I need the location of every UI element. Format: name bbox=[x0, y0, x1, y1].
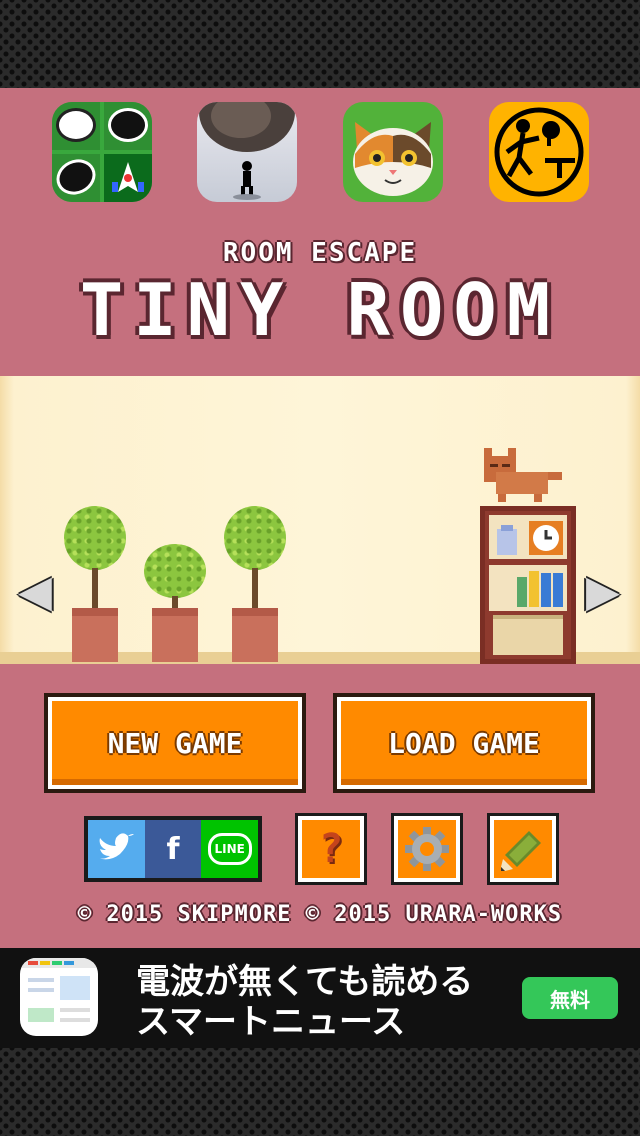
ad-free-button[interactable]: 無料 bbox=[522, 977, 618, 1019]
gear-icon bbox=[405, 827, 449, 871]
twitter-share-button[interactable] bbox=[88, 820, 145, 878]
storage-box[interactable] bbox=[493, 615, 563, 655]
spaceship-icon bbox=[112, 162, 144, 192]
game-subtitle: ROOM ESCAPE bbox=[222, 238, 418, 268]
twitter-bird-icon bbox=[98, 833, 135, 860]
promo-app-cat[interactable] bbox=[343, 102, 443, 202]
book-pencil-icon bbox=[501, 831, 541, 871]
notebook-button[interactable] bbox=[487, 813, 559, 885]
promo-app-table-tennis[interactable] bbox=[489, 102, 589, 202]
facebook-share-button[interactable]: f bbox=[144, 820, 202, 878]
cat-face-icon bbox=[353, 122, 433, 196]
settings-button[interactable] bbox=[391, 813, 463, 885]
metal-grille-bottom bbox=[0, 1048, 640, 1136]
line-icon: LINE bbox=[207, 833, 252, 865]
promo-app-reversi[interactable] bbox=[52, 102, 152, 202]
shelf-top-items bbox=[497, 521, 563, 555]
promo-app-dark-sphere[interactable] bbox=[197, 102, 297, 202]
help-button[interactable]: ? bbox=[295, 813, 367, 885]
metal-grille-top bbox=[0, 0, 640, 88]
scroll-right-arrow-icon[interactable]: ▶ bbox=[586, 568, 620, 616]
smartnews-app-icon bbox=[20, 958, 98, 1036]
sleeping-cat[interactable] bbox=[484, 448, 564, 502]
question-mark-icon: ? bbox=[318, 826, 344, 872]
copyright-text: © 2015 SKIPMORE © 2015 URARA-WORKS bbox=[77, 902, 563, 927]
load-game-button[interactable]: LOAD GAME bbox=[333, 693, 595, 793]
dark-sphere-icon bbox=[199, 102, 295, 200]
potted-tree-1[interactable] bbox=[62, 506, 128, 662]
potted-tree-2[interactable] bbox=[222, 506, 288, 662]
share-buttons: f LINE bbox=[84, 816, 262, 882]
table-tennis-icon bbox=[494, 107, 584, 197]
facebook-icon: f bbox=[166, 831, 180, 867]
ad-headline: 電波が無くても読める スマートニュース bbox=[136, 962, 474, 1042]
shelf-books bbox=[517, 571, 563, 607]
scroll-left-arrow-icon[interactable]: ◀ bbox=[18, 568, 52, 616]
potted-bush[interactable] bbox=[142, 544, 208, 662]
line-share-button[interactable]: LINE bbox=[201, 820, 259, 878]
new-game-button[interactable]: NEW GAME bbox=[44, 693, 306, 793]
game-title: TINY ROOM bbox=[79, 268, 561, 352]
bookshelf[interactable] bbox=[480, 506, 576, 664]
